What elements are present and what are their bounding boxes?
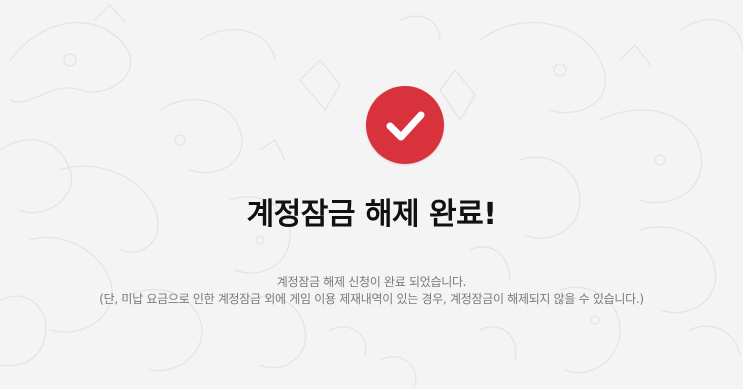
- completion-notice: (단, 미납 요금으로 인한 계정잠금 외에 게임 이용 제재내역이 있는 경우…: [99, 292, 644, 306]
- completion-message: 계정잠금 해제 신청이 완료 되었습니다.: [276, 275, 467, 289]
- success-badge: [366, 86, 444, 164]
- check-icon: [386, 111, 425, 141]
- unlock-complete-panel: 계정잠금 해제 완료! 계정잠금 해제 신청이 완료 되었습니다. (단, 미납…: [0, 0, 743, 389]
- page-title: 계정잠금 해제 완료!: [246, 197, 497, 232]
